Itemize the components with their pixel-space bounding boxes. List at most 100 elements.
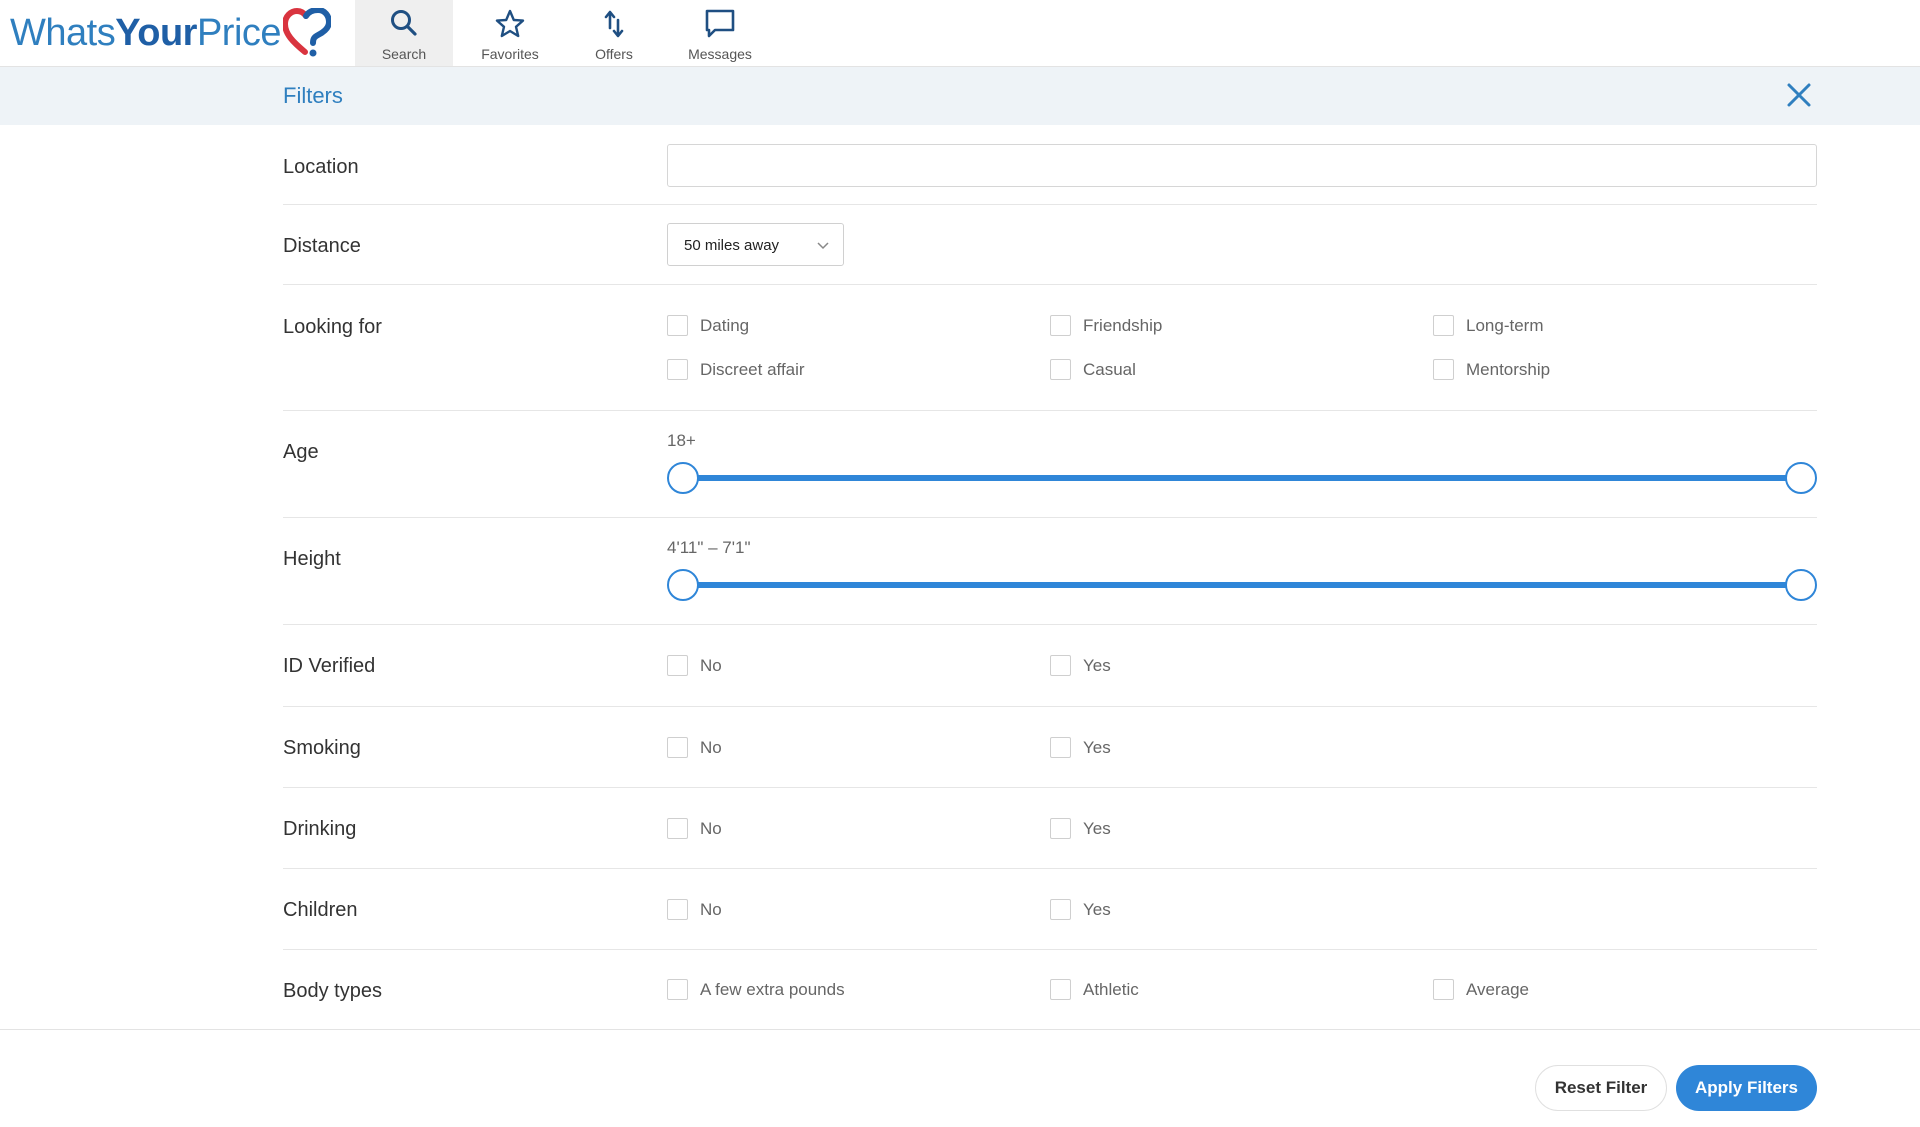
- children-yes-checkbox[interactable]: Yes: [1050, 899, 1111, 920]
- filters-footer: Reset Filter Apply Filters: [0, 1029, 1920, 1127]
- smoking-no-checkbox[interactable]: No: [667, 737, 722, 758]
- checkbox-label: No: [700, 818, 722, 838]
- slider-handle-max[interactable]: [1785, 462, 1817, 494]
- checkbox-label: Athletic: [1083, 979, 1139, 999]
- location-input[interactable]: [667, 144, 1817, 187]
- looking-for-label: Looking for: [283, 316, 382, 338]
- distance-select[interactable]: 50 miles away: [667, 223, 844, 266]
- checkbox-box[interactable]: [667, 737, 688, 758]
- id-verified-yes-checkbox[interactable]: Yes: [1050, 655, 1111, 676]
- checkbox-label: Average: [1466, 979, 1530, 999]
- checkbox-label: Yes: [1083, 818, 1111, 838]
- brand-wordmark: WhatsYourPrice: [10, 11, 282, 55]
- looking-for-casual-checkbox[interactable]: Casual: [1050, 359, 1136, 380]
- distance-select-value: 50 miles away: [684, 237, 780, 254]
- age-range-value: 18+: [667, 431, 696, 450]
- age-slider[interactable]: [667, 462, 1817, 494]
- filter-row-body-types: Body types A few extra pounds Athletic A…: [283, 950, 1817, 1030]
- checkbox-label: No: [700, 655, 722, 675]
- brand-word-whats: Whats: [10, 11, 116, 54]
- checkbox-label: Long-term: [1466, 315, 1544, 335]
- checkbox-box[interactable]: [1050, 315, 1071, 336]
- nav-search-label: Search: [381, 46, 427, 62]
- brand-word-price: Price: [196, 11, 282, 54]
- checkbox-box[interactable]: [1433, 315, 1454, 336]
- checkbox-box[interactable]: [1050, 655, 1071, 676]
- slider-handle-min[interactable]: [667, 462, 699, 494]
- looking-for-mentorship-checkbox[interactable]: Mentorship: [1433, 359, 1550, 380]
- checkbox-label: Yes: [1083, 655, 1111, 675]
- slider-handle-max[interactable]: [1785, 569, 1817, 601]
- slider-track[interactable]: [685, 582, 1799, 588]
- drinking-no-checkbox[interactable]: No: [667, 818, 722, 839]
- location-label: Location: [283, 156, 359, 178]
- checkbox-label: Yes: [1083, 737, 1111, 757]
- chat-bubble-icon: [705, 9, 735, 38]
- body-type-extra-pounds-checkbox[interactable]: A few extra pounds: [667, 979, 845, 1000]
- checkbox-box[interactable]: [1050, 737, 1071, 758]
- checkbox-box[interactable]: [1050, 979, 1071, 1000]
- looking-for-discreet-affair-checkbox[interactable]: Discreet affair: [667, 359, 805, 380]
- looking-for-friendship-checkbox[interactable]: Friendship: [1050, 315, 1162, 336]
- checkbox-label: Friendship: [1083, 315, 1163, 335]
- checkbox-box[interactable]: [667, 315, 688, 336]
- brand-logo[interactable]: WhatsYourPrice: [10, 8, 332, 58]
- nav-offers-label: Offers: [595, 46, 633, 62]
- filter-row-smoking: Smoking No Yes: [283, 707, 1817, 788]
- checkbox-box[interactable]: [667, 979, 688, 1000]
- height-label: Height: [283, 548, 341, 570]
- checkbox-label: Yes: [1083, 899, 1111, 919]
- checkbox-box[interactable]: [667, 818, 688, 839]
- id-verified-label: ID Verified: [283, 655, 376, 677]
- height-slider[interactable]: [667, 569, 1817, 601]
- top-navbar: WhatsYourPrice Search Favorites Offers M…: [0, 0, 1920, 67]
- body-type-average-checkbox[interactable]: Average: [1433, 979, 1529, 1000]
- looking-for-long-term-checkbox[interactable]: Long-term: [1433, 315, 1543, 336]
- drinking-yes-checkbox[interactable]: Yes: [1050, 818, 1111, 839]
- nav-messages[interactable]: Messages: [680, 0, 760, 66]
- checkbox-label: Discreet affair: [700, 359, 805, 379]
- nav-search[interactable]: Search: [355, 0, 453, 66]
- age-label: Age: [283, 441, 319, 463]
- checkbox-box[interactable]: [667, 359, 688, 380]
- checkbox-label: No: [700, 737, 722, 757]
- checkbox-box[interactable]: [667, 655, 688, 676]
- slider-track[interactable]: [685, 475, 1799, 481]
- filter-row-location: Location: [283, 125, 1817, 205]
- filters-header: Filters: [0, 67, 1920, 125]
- brand-word-your: Your: [115, 11, 197, 54]
- looking-for-dating-checkbox[interactable]: Dating: [667, 315, 749, 336]
- heart-question-icon: [283, 8, 332, 57]
- checkbox-box[interactable]: [1050, 818, 1071, 839]
- filter-row-children: Children No Yes: [283, 869, 1817, 950]
- close-icon[interactable]: [1783, 79, 1815, 111]
- swap-arrows-icon: [604, 10, 624, 38]
- height-range-value: 4'11" – 7'1": [667, 538, 751, 557]
- nav-favorites[interactable]: Favorites: [470, 0, 550, 66]
- body-type-athletic-checkbox[interactable]: Athletic: [1050, 979, 1139, 1000]
- drinking-label: Drinking: [283, 818, 357, 840]
- children-label: Children: [283, 899, 358, 921]
- checkbox-label: A few extra pounds: [700, 979, 845, 999]
- checkbox-box[interactable]: [1050, 899, 1071, 920]
- nav-messages-label: Messages: [688, 46, 752, 62]
- checkbox-box[interactable]: [667, 899, 688, 920]
- checkbox-box[interactable]: [1433, 359, 1454, 380]
- checkbox-label: Mentorship: [1466, 359, 1551, 379]
- slider-handle-min[interactable]: [667, 569, 699, 601]
- filter-row-age: Age 18+: [283, 411, 1817, 518]
- reset-filter-button[interactable]: Reset Filter: [1535, 1065, 1667, 1111]
- children-no-checkbox[interactable]: No: [667, 899, 722, 920]
- checkbox-box[interactable]: [1050, 359, 1071, 380]
- filter-row-drinking: Drinking No Yes: [283, 788, 1817, 869]
- nav-offers[interactable]: Offers: [574, 0, 654, 66]
- checkbox-label: Dating: [700, 315, 750, 335]
- filters-title: Filters: [283, 83, 343, 108]
- smoking-yes-checkbox[interactable]: Yes: [1050, 737, 1111, 758]
- checkbox-label: No: [700, 899, 722, 919]
- apply-filters-button[interactable]: Apply Filters: [1676, 1065, 1817, 1111]
- checkbox-box[interactable]: [1433, 979, 1454, 1000]
- nav-favorites-label: Favorites: [481, 46, 539, 62]
- id-verified-no-checkbox[interactable]: No: [667, 655, 722, 676]
- search-icon: [391, 10, 417, 36]
